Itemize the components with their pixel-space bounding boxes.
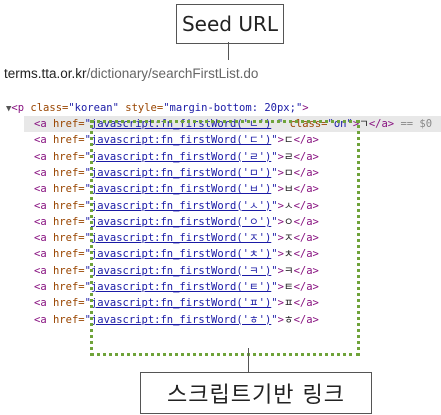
anchor-char: ㅌ: [283, 281, 294, 293]
anchor-row[interactable]: <a href="javascript:fn_firstWord('ㅁ')">ㅁ…: [34, 165, 319, 181]
anchor-href-link[interactable]: javascript:fn_firstWord('ㅂ'): [91, 183, 271, 195]
anchor-row[interactable]: <a href="javascript:fn_firstWord('ㄷ')">ㄷ…: [34, 132, 319, 148]
anchor-row[interactable]: <a href="javascript:fn_firstWord('ㅌ')">ㅌ…: [34, 279, 319, 295]
address-bar[interactable]: terms.tta.or.kr/dictionary/searchFirstLi…: [4, 62, 434, 84]
anchor-row[interactable]: <a href="javascript:fn_firstWord('ㅋ')">ㅋ…: [34, 263, 319, 279]
anchor-href-link[interactable]: javascript:fn_firstWord('ㅍ'): [91, 297, 271, 309]
anchor-href-link[interactable]: javascript:fn_firstWord('ㅈ'): [91, 232, 271, 244]
anchor-char: ㅋ: [283, 264, 294, 277]
anchor-href-link[interactable]: javascript:fn_firstWord('ㅁ'): [91, 167, 271, 179]
anchor-row[interactable]: <a href="javascript:fn_firstWord('ㅇ')">ㅇ…: [34, 214, 319, 230]
anchor-href-link[interactable]: javascript:fn_firstWord('ㄴ'): [91, 116, 277, 132]
anchor-row[interactable]: <a href="javascript:fn_firstWord('ㅊ')">ㅊ…: [34, 246, 319, 262]
script-link-pointer: [248, 348, 249, 372]
seed-url-pointer: [228, 42, 229, 60]
anchor-href-link[interactable]: javascript:fn_firstWord('ㅇ'): [91, 216, 271, 228]
anchor-href-link[interactable]: javascript:fn_firstWord('ㄹ'): [91, 151, 271, 163]
anchor-char: ㅎ: [283, 313, 294, 326]
anchor-row-selected[interactable]: <a href="javascript:fn_firstWord('ㄴ') " c…: [34, 116, 432, 132]
devtools-elements-panel: ▼<p class="korean" style="margin-bottom:…: [0, 98, 441, 353]
script-link-label: 스크립트기반 링크: [167, 383, 345, 408]
anchor-row[interactable]: <a href="javascript:fn_firstWord('ㅅ')">ㅅ…: [34, 198, 319, 214]
url-domain: terms.tta.or.kr: [4, 65, 87, 81]
seed-url-callout: Seed URL: [176, 4, 284, 44]
anchor-row[interactable]: <a href="javascript:fn_firstWord('ㅎ')">ㅎ…: [34, 312, 319, 328]
anchor-row[interactable]: <a href="javascript:fn_firstWord('ㄹ')">ㄹ…: [34, 149, 319, 165]
anchor-href-link[interactable]: javascript:fn_firstWord('ㅎ'): [91, 314, 271, 326]
anchor-row[interactable]: <a href="javascript:fn_firstWord('ㅍ')">ㅍ…: [34, 295, 319, 311]
anchor-href-link[interactable]: javascript:fn_firstWord('ㅌ'): [91, 281, 271, 293]
parent-p-element[interactable]: ▼<p class="korean" style="margin-bottom:…: [6, 100, 309, 116]
seed-url-label: Seed URL: [181, 12, 279, 36]
anchor-char: ㅍ: [283, 297, 294, 310]
anchor-row[interactable]: <a href="javascript:fn_firstWord('ㅂ')">ㅂ…: [34, 181, 319, 197]
anchor-char: ㅁ: [283, 166, 294, 179]
anchor-char: ㅂ: [283, 183, 294, 196]
anchor-char: ㅇ: [283, 215, 294, 228]
anchor-char: ㅊ: [283, 248, 294, 261]
anchor-href-link[interactable]: javascript:fn_firstWord('ㅅ'): [91, 200, 271, 212]
anchor-char: ㅈ: [283, 232, 294, 245]
url-path: /dictionary/searchFirstList.do: [86, 65, 259, 81]
script-link-callout: 스크립트기반 링크: [140, 372, 372, 414]
anchor-href-link[interactable]: javascript:fn_firstWord('ㄷ'): [91, 134, 271, 146]
anchor-char: ㄹ: [283, 150, 294, 163]
anchor-char: ㄷ: [283, 134, 294, 147]
anchor-char: ㅅ: [283, 199, 294, 212]
anchor-href-link[interactable]: javascript:fn_firstWord('ㅊ'): [91, 248, 271, 260]
anchor-row[interactable]: <a href="javascript:fn_firstWord('ㅈ')">ㅈ…: [34, 230, 319, 246]
anchor-href-link[interactable]: javascript:fn_firstWord('ㅋ'): [91, 265, 271, 277]
